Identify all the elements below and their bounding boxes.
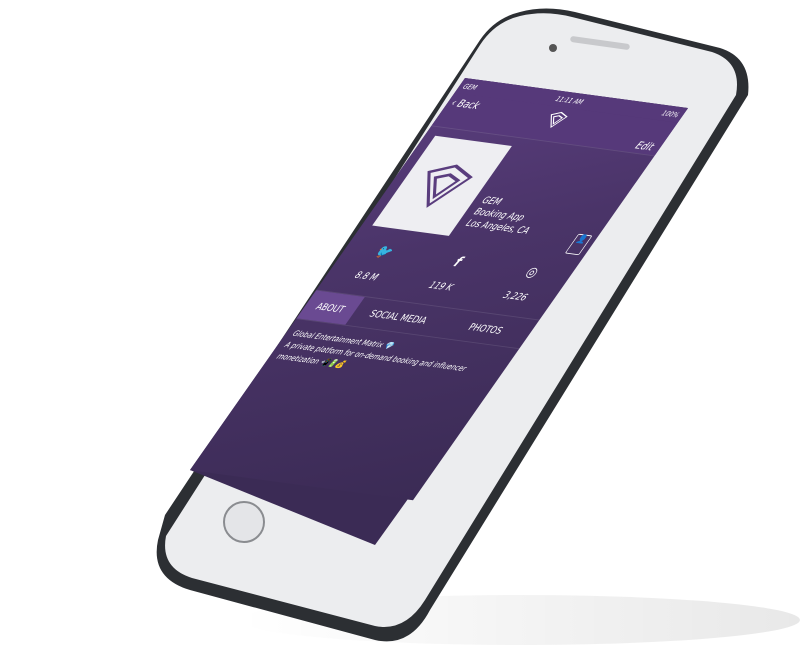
- instagram-icon: ◎: [522, 263, 543, 281]
- facebook-icon: f: [450, 253, 467, 270]
- front-camera: [549, 44, 557, 52]
- back-button[interactable]: ‹ Back: [449, 97, 483, 112]
- back-label: Back: [454, 97, 483, 112]
- carrier: GEM: [461, 82, 480, 92]
- home-button[interactable]: [223, 501, 265, 543]
- twitter-icon: 🐦: [371, 243, 397, 261]
- status-time: 11:11 AM: [553, 94, 586, 106]
- battery: 100%: [660, 109, 682, 119]
- gem-logo-icon: [426, 164, 473, 208]
- instagram-count: 3,226: [500, 289, 531, 304]
- edit-button[interactable]: Edit: [633, 139, 657, 153]
- facebook-count: 119 K: [426, 279, 456, 294]
- gem-logo-icon: [550, 111, 568, 129]
- twitter-count: 8.8 M: [352, 269, 382, 283]
